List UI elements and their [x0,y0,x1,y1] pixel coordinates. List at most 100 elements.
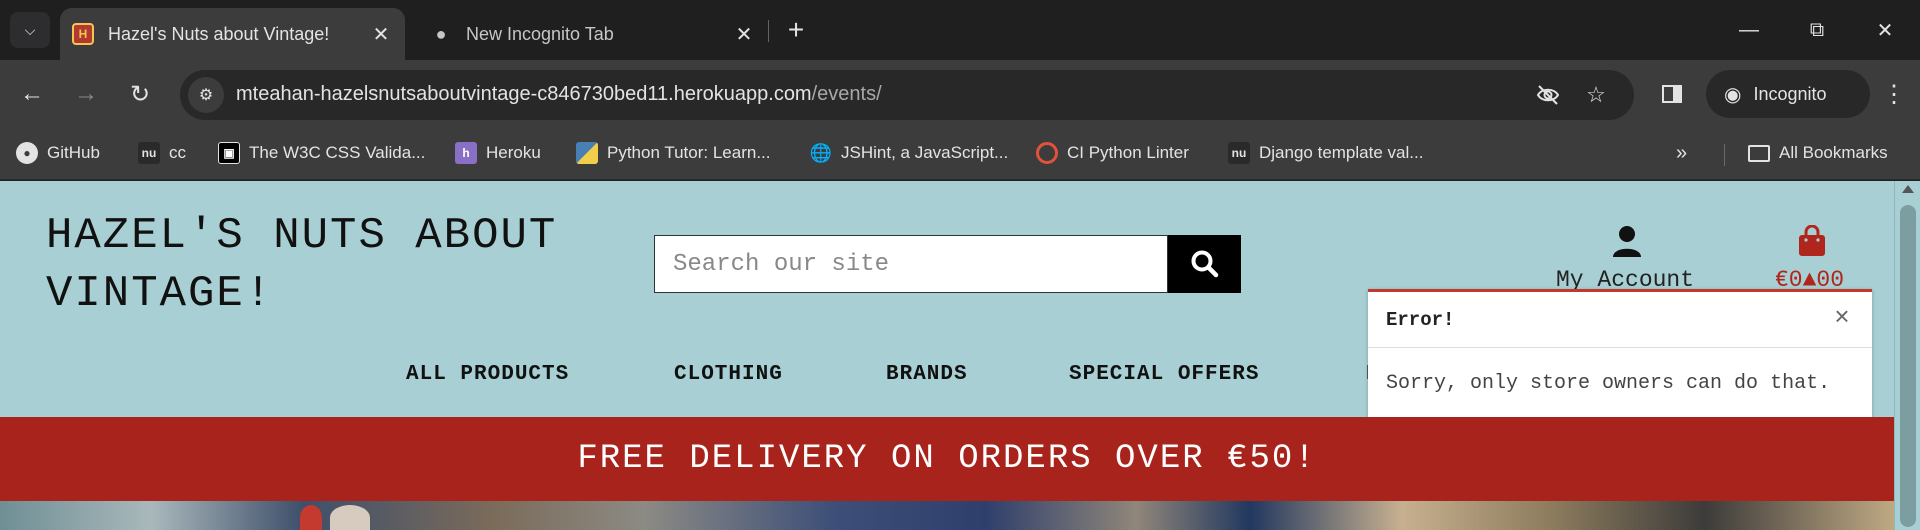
close-tab-icon[interactable]: ✕ [730,20,758,48]
logo-line-1: HAZEL'S NUTS ABOUT [46,211,558,261]
bookmark-label: The W3C CSS Valida... [249,143,426,162]
delivery-banner: FREE DELIVERY ON ORDERS OVER €50! [0,417,1894,501]
bookmark-label: JSHint, a JavaScript... [841,143,1009,162]
browser-toolbar: ← → ↻ ⚙ mteahan-hazelsnutsaboutvintage-c… [0,60,1920,128]
toast-header: Error! × [1368,292,1872,348]
toast-title: Error! [1386,309,1455,331]
github-icon: ● [16,142,38,164]
bookmark-jshint[interactable]: 🌐 JSHint, a JavaScript... [810,138,1008,168]
url-host: mteahan-hazelsnutsaboutvintage-c846730be… [236,83,812,105]
nav-brands[interactable]: BRANDS [886,363,968,386]
menu-button[interactable]: ⋮ [1874,74,1914,114]
scroll-up-arrow-icon[interactable] [1902,185,1914,193]
shopping-bag-link[interactable] [1797,224,1827,262]
bookmark-label: CI Python Linter [1067,143,1189,162]
nav-clothing[interactable]: CLOTHING [674,363,783,386]
more-bookmarks-button[interactable]: » [1676,138,1687,168]
bookmark-label: GitHub [47,143,100,162]
bookmark-django-validator[interactable]: nu Django template val... [1228,138,1423,168]
forward-button[interactable]: → [66,74,106,114]
hero-decoration [330,505,370,530]
search-icon [1191,250,1218,278]
minimize-icon: — [1739,18,1759,41]
restore-icon: ⧉ [1809,18,1825,41]
tab-title: New Incognito Tab [466,23,614,44]
arrow-right-icon: → [74,80,98,107]
search-input[interactable] [655,236,1167,292]
incognito-label: Incognito [1753,83,1827,104]
tab-incognito[interactable]: ● New Incognito Tab ✕ [418,8,768,60]
new-tab-button[interactable]: + [780,14,812,46]
url-text[interactable]: mteahan-hazelsnutsaboutvintage-c846730be… [236,83,882,106]
heart-decoration [300,505,322,530]
site-logo[interactable]: HAZEL'S NUTS ABOUT VINTAGE! [46,207,606,323]
site-favicon-icon: H [72,23,94,45]
reload-button[interactable]: ↻ [120,74,160,114]
folder-icon [1748,144,1770,162]
bookmark-cc[interactable]: nu cc [138,138,186,168]
toast-message: Sorry, only store owners can do that. [1386,372,1831,395]
scroll-thumb[interactable] [1900,205,1916,527]
arrow-left-icon: ← [20,80,44,107]
ring-icon [1036,142,1058,164]
plus-icon: + [787,14,805,45]
tab-divider [768,20,769,42]
side-panel-button[interactable] [1652,74,1692,114]
all-bookmarks-button[interactable]: All Bookmarks [1748,138,1888,168]
bookmark-label: Python Tutor: Learn... [607,143,771,162]
incognito-icon: ◉ [1724,83,1742,106]
nav-all-products[interactable]: ALL PRODUCTS [406,363,569,386]
bookmarks-bar: ● GitHub nu cc ▣ The W3C CSS Valida... h… [0,128,1920,180]
chevron-down-icon: ⌵ [24,21,36,38]
side-panel-icon [1662,85,1682,103]
bookmark-github[interactable]: ● GitHub [16,138,100,168]
nav-special-offers[interactable]: SPECIAL OFFERS [1069,363,1259,386]
url-path: /events/ [811,83,882,105]
bookmark-label: Heroku [486,143,541,162]
close-icon: × [1834,300,1850,331]
search-field[interactable] [654,235,1168,293]
search-button[interactable] [1168,235,1241,293]
chevron-double-right-icon: » [1676,141,1688,164]
shopping-bag-icon [1799,224,1825,256]
heroku-icon: h [455,142,477,164]
reload-icon: ↻ [129,80,151,108]
more-vert-icon: ⋮ [1882,80,1906,108]
back-button[interactable]: ← [12,74,52,114]
address-bar[interactable]: ⚙ mteahan-hazelsnutsaboutvintage-c846730… [180,70,1634,120]
error-toast: Error! × Sorry, only store owners can do… [1368,289,1872,419]
minimize-button[interactable]: — [1726,12,1772,48]
toast-close-button[interactable]: × [1828,300,1856,331]
logo-line-2: VINTAGE! [46,269,274,319]
incognito-indicator[interactable]: ◉ Incognito [1706,70,1870,118]
site-info-button[interactable]: ⚙ [188,77,224,113]
incognito-icon: ● [435,23,447,44]
nu-icon: nu [1228,142,1250,164]
nu-icon: nu [138,142,160,164]
tab-active[interactable]: H Hazel's Nuts about Vintage! ✕ [60,8,405,60]
tab-strip: ⌵ H Hazel's Nuts about Vintage! ✕ ● New … [0,0,1920,60]
globe-icon: 🌐 [809,142,833,163]
w3c-icon: ▣ [218,142,240,164]
bookmark-ci-linter[interactable]: CI Python Linter [1036,138,1189,168]
close-window-button[interactable]: ✕ [1862,12,1908,48]
tab-search-button[interactable]: ⌵ [10,12,50,48]
bookmark-label: Django template val... [1259,143,1424,162]
eye-off-icon[interactable] [1534,81,1562,109]
bookmark-heroku[interactable]: h Heroku [455,138,541,168]
restore-button[interactable]: ⧉ [1794,12,1840,48]
delivery-banner-text: FREE DELIVERY ON ORDERS OVER €50! [577,440,1317,478]
bookmark-label: cc [169,143,186,162]
bookmarks-divider [1724,144,1725,166]
close-icon: ✕ [1876,19,1894,42]
hero-image [0,501,1894,530]
tune-icon: ⚙ [198,87,214,104]
star-icon[interactable]: ☆ [1582,81,1610,109]
account-link[interactable] [1612,225,1642,262]
bookmark-python-tutor[interactable]: Python Tutor: Learn... [576,138,770,168]
close-tab-icon[interactable]: ✕ [367,20,395,48]
python-icon [576,142,598,164]
page-scrollbar[interactable] [1894,181,1920,530]
user-icon [1613,226,1641,257]
bookmark-w3c-css[interactable]: ▣ The W3C CSS Valida... [218,138,425,168]
